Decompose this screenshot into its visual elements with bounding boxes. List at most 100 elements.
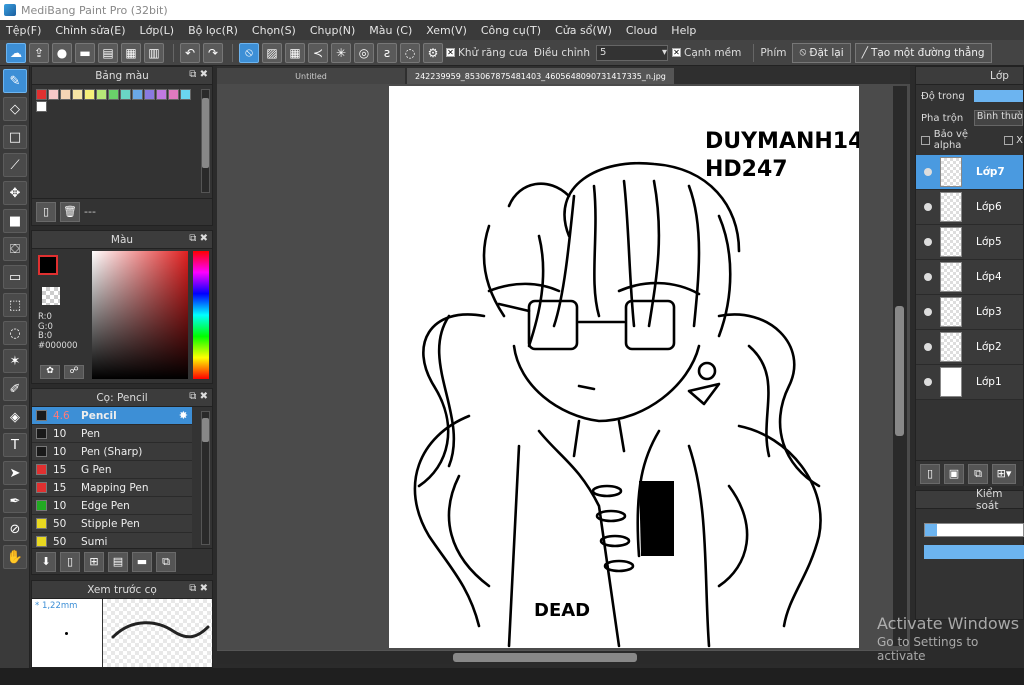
opacity-slider[interactable] xyxy=(973,90,1023,102)
visibility-eye-icon[interactable] xyxy=(924,203,932,211)
brush-item[interactable]: 15 Mapping Pen xyxy=(32,479,192,497)
grid-snap-icon[interactable]: ▦ xyxy=(285,42,305,63)
upload-icon[interactable]: ⇪ xyxy=(29,42,49,63)
text-tool-icon[interactable]: T xyxy=(3,433,27,457)
palette-swatch[interactable] xyxy=(180,89,191,100)
canvas-vertical-scroll-thumb[interactable] xyxy=(895,306,904,436)
brush-item[interactable]: 10 Edge Pen xyxy=(32,497,192,515)
new-layer-from-icon[interactable]: ▣ xyxy=(944,463,964,484)
visibility-eye-icon[interactable] xyxy=(924,238,932,246)
brush-cloud-icon[interactable]: ⬇ xyxy=(36,551,56,572)
new-brush-icon[interactable]: ▯ xyxy=(60,551,80,572)
transparent-color-swatch[interactable] xyxy=(42,287,60,305)
panel-controls-icon[interactable]: ⧉ ✖ xyxy=(189,233,208,244)
gradient-tool-icon[interactable]: ▭ xyxy=(3,265,27,289)
color-history-icon[interactable]: ☍ xyxy=(64,365,84,379)
panel-controls-icon[interactable]: ⧉ ✖ xyxy=(189,583,208,594)
zoom-slider[interactable] xyxy=(924,523,1024,537)
tab-untitled[interactable]: Untitled xyxy=(217,68,405,84)
new-line-button[interactable]: ╱ Tạo một đường thẳng xyxy=(854,42,992,63)
menu-color[interactable]: Màu (C) xyxy=(369,24,412,37)
canvas-horizontal-scrollbar[interactable] xyxy=(217,650,910,664)
cloud-icon[interactable]: ☁ xyxy=(6,42,26,63)
new-layer-icon[interactable]: ▯ xyxy=(920,463,940,484)
brush-scrollbar[interactable] xyxy=(201,411,210,545)
hue-slider[interactable] xyxy=(193,251,209,379)
menu-tools[interactable]: Công cụ(T) xyxy=(481,24,541,37)
eraser-tool-icon[interactable]: ◇ xyxy=(3,97,27,121)
reset-button[interactable]: ⦸ Đặt lại xyxy=(792,42,851,63)
chat-icon[interactable]: ▬ xyxy=(75,42,95,63)
zoom-slider-handle[interactable] xyxy=(925,524,937,536)
menu-cloud[interactable]: Cloud xyxy=(626,24,657,37)
move-tool-icon[interactable]: ✥ xyxy=(3,181,27,205)
menu-file[interactable]: Tệp(F) xyxy=(6,24,41,37)
hand-tool-icon[interactable]: ✋ xyxy=(3,545,27,569)
palette-swatch[interactable] xyxy=(108,89,119,100)
add-brush-icon[interactable]: ⊞ xyxy=(84,551,104,572)
new-swatch-icon[interactable]: ▯ xyxy=(36,201,56,222)
canvas-vertical-scrollbar[interactable] xyxy=(893,86,907,646)
page-icon[interactable]: ▤ xyxy=(98,42,118,63)
palette-swatch[interactable] xyxy=(144,89,155,100)
brush-folder-icon[interactable]: ▬ xyxy=(132,551,152,572)
drawing-canvas[interactable]: DUYMANH14 HD247 DEAD xyxy=(389,86,863,648)
grid-page-icon[interactable]: ▦ xyxy=(121,42,141,63)
ellipse-snap-icon[interactable]: ◌ xyxy=(400,42,420,63)
soft-edge-checkbox[interactable]: ✕ xyxy=(671,48,681,57)
redo-icon[interactable]: ↷ xyxy=(203,42,223,63)
brush-item[interactable]: 10 Pen xyxy=(32,425,192,443)
palette-swatch[interactable] xyxy=(36,89,47,100)
palette-scroll-thumb[interactable] xyxy=(202,98,209,168)
radial-snap-icon[interactable]: ✳ xyxy=(331,42,351,63)
visibility-eye-icon[interactable] xyxy=(924,378,932,386)
lasso-tool-icon[interactable]: ◌ xyxy=(3,321,27,345)
add-layer-menu-icon[interactable]: ⊞▾ xyxy=(992,463,1016,484)
rotation-slider[interactable] xyxy=(924,545,1024,559)
layer-row[interactable]: Lớp2 xyxy=(916,330,1023,365)
tab-image[interactable]: 242239959_853067875481403_46056480907314… xyxy=(407,68,674,84)
dot-tool-icon[interactable]: □ xyxy=(3,125,27,149)
snap-settings-icon[interactable]: ⚙ xyxy=(423,42,443,63)
canvas-horizontal-scroll-thumb[interactable] xyxy=(453,653,637,662)
copy-layer-icon[interactable]: ⧉ xyxy=(968,463,988,484)
menu-snap[interactable]: Chụp(N) xyxy=(310,24,355,37)
eyedropper-tool-icon[interactable]: ⊘ xyxy=(3,517,27,541)
operation-tool-icon[interactable]: ➤ xyxy=(3,461,27,485)
palette-swatch[interactable] xyxy=(84,89,95,100)
brush-settings-icon[interactable]: ▤ xyxy=(108,551,128,572)
visibility-eye-icon[interactable] xyxy=(924,168,932,176)
protect-alpha-checkbox[interactable] xyxy=(921,135,930,145)
visibility-eye-icon[interactable] xyxy=(924,343,932,351)
chart-icon[interactable]: ▥ xyxy=(144,42,164,63)
brush-settings-gear-icon[interactable]: ✸ xyxy=(179,409,188,422)
brush-tool-icon[interactable]: ✎ xyxy=(3,69,27,93)
bucket-tool-icon[interactable]: ⛋ xyxy=(3,237,27,261)
brush-item[interactable]: 10 Pen (Sharp) xyxy=(32,443,192,461)
brush-item[interactable]: 50 Stipple Pen xyxy=(32,515,192,533)
visibility-eye-icon[interactable] xyxy=(924,273,932,281)
magic-wand-icon[interactable]: ✶ xyxy=(3,349,27,373)
divide-tool-icon[interactable]: ✒ xyxy=(3,489,27,513)
palette-swatch[interactable] xyxy=(132,89,143,100)
menu-view[interactable]: Xem(V) xyxy=(426,24,467,37)
visibility-eye-icon[interactable] xyxy=(924,308,932,316)
select-eraser-icon[interactable]: ◈ xyxy=(3,405,27,429)
palette-scrollbar[interactable] xyxy=(201,89,210,193)
layer-row[interactable]: Lớp4 xyxy=(916,260,1023,295)
snap-off-icon[interactable]: ⦸ xyxy=(239,42,259,63)
brush-item[interactable]: 4.6 Pencil ✸ xyxy=(32,407,192,425)
menu-window[interactable]: Cửa sổ(W) xyxy=(555,24,612,37)
blend-select[interactable]: Bình thường xyxy=(973,110,1023,126)
brush-item[interactable]: 15 G Pen xyxy=(32,461,192,479)
parallel-snap-icon[interactable]: ▨ xyxy=(262,42,282,63)
palette-swatch[interactable] xyxy=(156,89,167,100)
clipping-checkbox[interactable] xyxy=(1004,135,1014,145)
delete-swatch-icon[interactable]: 🗑 xyxy=(60,201,80,222)
brush-scroll-thumb[interactable] xyxy=(202,418,209,442)
undo-icon[interactable]: ↶ xyxy=(180,42,200,63)
primary-color-swatch[interactable] xyxy=(38,255,58,275)
shape-tool-icon[interactable]: ■ xyxy=(3,209,27,233)
layer-row[interactable]: Lớp1 xyxy=(916,365,1023,400)
select-tool-icon[interactable]: ⬚ xyxy=(3,293,27,317)
